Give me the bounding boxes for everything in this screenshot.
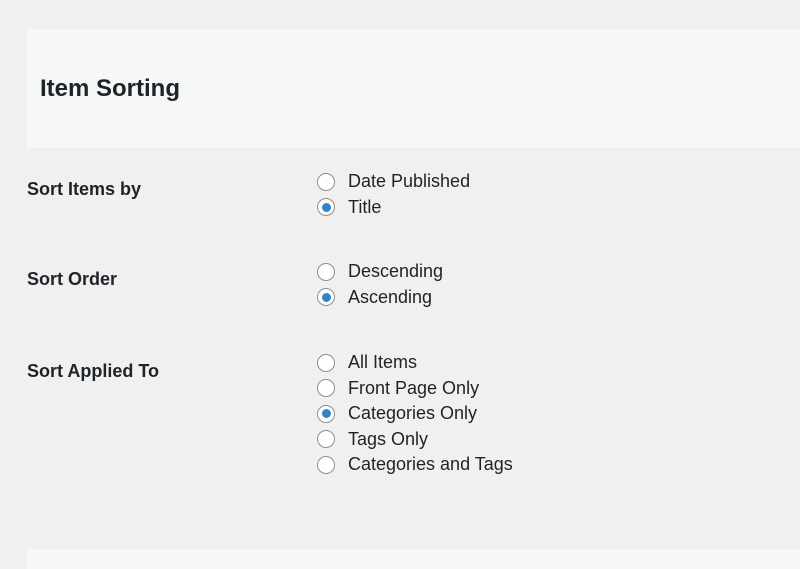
radio-button[interactable]: [317, 198, 335, 217]
radio-button[interactable]: [317, 172, 335, 191]
radio-option-label: Date Published: [348, 171, 471, 192]
section-header: Item Sorting: [26, 29, 800, 148]
radio-option-categories-and-tags[interactable]: Categories and Tags: [317, 452, 513, 478]
radio-option-categories-only[interactable]: Categories Only: [317, 401, 513, 427]
radio-option-label: Categories Only: [348, 403, 478, 424]
radio-option-title[interactable]: Title: [317, 195, 470, 221]
radio-option-date-published[interactable]: Date Published: [317, 169, 470, 195]
radio-button[interactable]: [317, 404, 335, 423]
radio-option-label: Tags Only: [348, 428, 429, 449]
radio-option-label: Ascending: [348, 286, 433, 307]
radio-button[interactable]: [317, 288, 335, 307]
radio-button[interactable]: [317, 430, 335, 449]
radio-button[interactable]: [317, 353, 335, 372]
radio-option-front-page-only[interactable]: Front Page Only: [317, 376, 513, 402]
setting-label: Sort Order: [27, 269, 118, 289]
radio-button[interactable]: [317, 262, 335, 281]
setting-label: Sort Applied To: [27, 361, 159, 381]
radio-option-label: Categories and Tags: [348, 454, 513, 475]
radio-button[interactable]: [317, 379, 335, 398]
setting-label: Sort Items by: [27, 179, 142, 199]
radio-option-label: Descending: [348, 261, 444, 282]
sort-items-by-radio-group: Date Published Title: [317, 169, 470, 220]
radio-option-label: Title: [348, 196, 382, 217]
radio-option-all-items[interactable]: All Items: [317, 350, 513, 376]
radio-option-ascending[interactable]: Ascending: [317, 285, 443, 311]
radio-button[interactable]: [317, 455, 335, 474]
radio-option-label: All Items: [348, 352, 418, 373]
next-section-panel: [26, 549, 800, 569]
section-title: Item Sorting: [40, 75, 181, 102]
sort-order-radio-group: Descending Ascending: [317, 259, 443, 310]
sort-applied-to-radio-group: All Items Front Page Only Categories Onl…: [317, 350, 513, 478]
radio-option-tags-only[interactable]: Tags Only: [317, 427, 513, 453]
radio-option-descending[interactable]: Descending: [317, 259, 443, 285]
radio-option-label: Front Page Only: [348, 377, 480, 398]
